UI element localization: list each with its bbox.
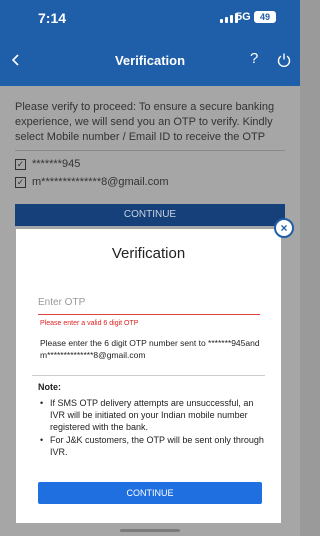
option-email-label: m**************8@gmail.com <box>32 176 169 188</box>
otp-input[interactable] <box>38 291 260 315</box>
question-icon[interactable]: ? <box>250 50 258 67</box>
otp-modal: Verification Please enter a valid 6 digi… <box>16 229 281 523</box>
battery-icon: 49 <box>254 11 276 23</box>
home-indicator <box>120 529 180 532</box>
modal-title: Verification <box>111 245 186 262</box>
power-icon[interactable] <box>276 52 292 68</box>
continue-button[interactable]: CONTINUE <box>38 482 262 504</box>
status-bar: 7:14 5G 49 <box>0 0 300 36</box>
status-time: 7:14 <box>38 10 67 26</box>
option-email[interactable]: ✓ m**************8@gmail.com <box>15 176 169 188</box>
app-header-bar: 7:14 5G 49 Verification ? <box>0 0 300 86</box>
close-icon[interactable]: × <box>274 218 294 238</box>
network-type: 5G <box>236 11 251 23</box>
checkbox-email[interactable]: ✓ <box>15 176 26 188</box>
nav-header: Verification ? <box>0 40 300 80</box>
note-item: If SMS OTP delivery attempts are unsucce… <box>38 397 268 433</box>
option-mobile[interactable]: ✓ *******945 <box>15 158 80 170</box>
divider <box>15 150 285 151</box>
note-item: For J&K customers, the OTP will be sent … <box>38 434 268 458</box>
intro-text: Please verify to proceed: To ensure a se… <box>15 101 275 143</box>
background-continue-button[interactable]: CONTINUE <box>15 204 285 226</box>
note-heading: Note: <box>38 382 61 392</box>
option-mobile-label: *******945 <box>32 158 81 170</box>
divider <box>32 375 265 376</box>
otp-error: Please enter a valid 6 digit OTP <box>40 320 139 327</box>
note-list: If SMS OTP delivery attempts are unsucce… <box>38 397 268 459</box>
checkbox-mobile[interactable]: ✓ <box>15 158 26 170</box>
otp-info-text: Please enter the 6 digit OTP number sent… <box>40 338 260 360</box>
